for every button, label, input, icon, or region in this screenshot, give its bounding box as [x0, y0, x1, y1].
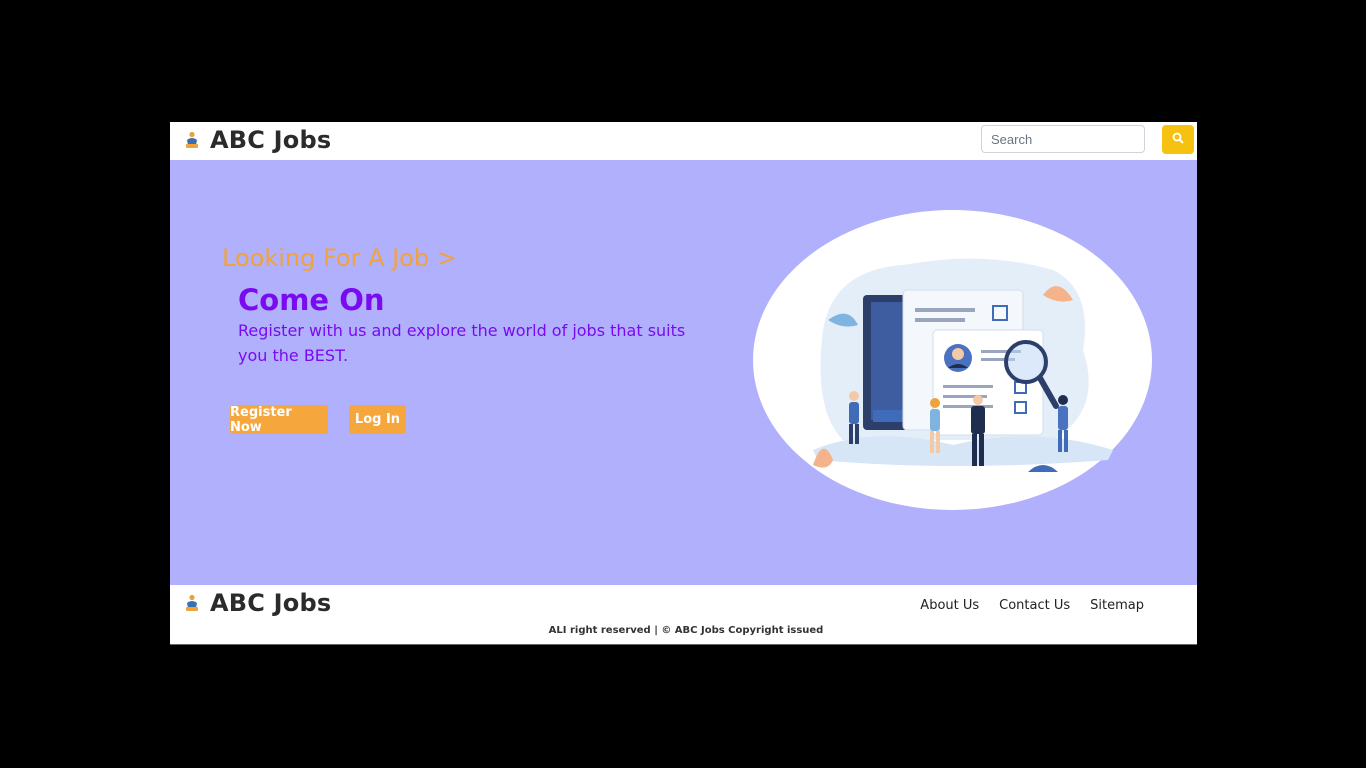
hero-section: Looking For A Job > Come On Register wit… — [170, 160, 1197, 585]
search-button[interactable] — [1162, 125, 1194, 154]
navbar: ABC Jobs — [170, 122, 1197, 160]
footer: ABC Jobs About Us Contact Us Sitemap ALI… — [170, 585, 1197, 645]
brand-name: ABC Jobs — [210, 126, 332, 154]
hero-title: Come On — [238, 283, 385, 317]
brand-link[interactable]: ABC Jobs — [184, 126, 331, 154]
jobseeker-logo-icon — [184, 594, 200, 612]
recruitment-illustration — [753, 210, 1152, 510]
footer-brand-link[interactable]: ABC Jobs — [184, 589, 331, 617]
search-input[interactable] — [981, 125, 1145, 153]
footer-links: About Us Contact Us Sitemap — [920, 598, 1144, 613]
page: ABC Jobs Looking For A Job > Come On Reg… — [170, 122, 1197, 645]
contact-us-link[interactable]: Contact Us — [999, 598, 1070, 613]
sitemap-link[interactable]: Sitemap — [1090, 598, 1144, 613]
search-icon — [1172, 131, 1184, 149]
footer-brand-name: ABC Jobs — [210, 589, 332, 617]
hero-description: Register with us and explore the world o… — [238, 321, 686, 365]
jobseeker-logo-icon — [184, 131, 200, 149]
log-in-button[interactable]: Log In — [349, 405, 406, 434]
hero-heading: Looking For A Job > — [222, 244, 457, 272]
about-us-link[interactable]: About Us — [920, 598, 979, 613]
copyright-text: ALI right reserved | © ABC Jobs Copyrigh… — [548, 625, 824, 636]
register-now-button[interactable]: Register Now — [230, 405, 328, 435]
